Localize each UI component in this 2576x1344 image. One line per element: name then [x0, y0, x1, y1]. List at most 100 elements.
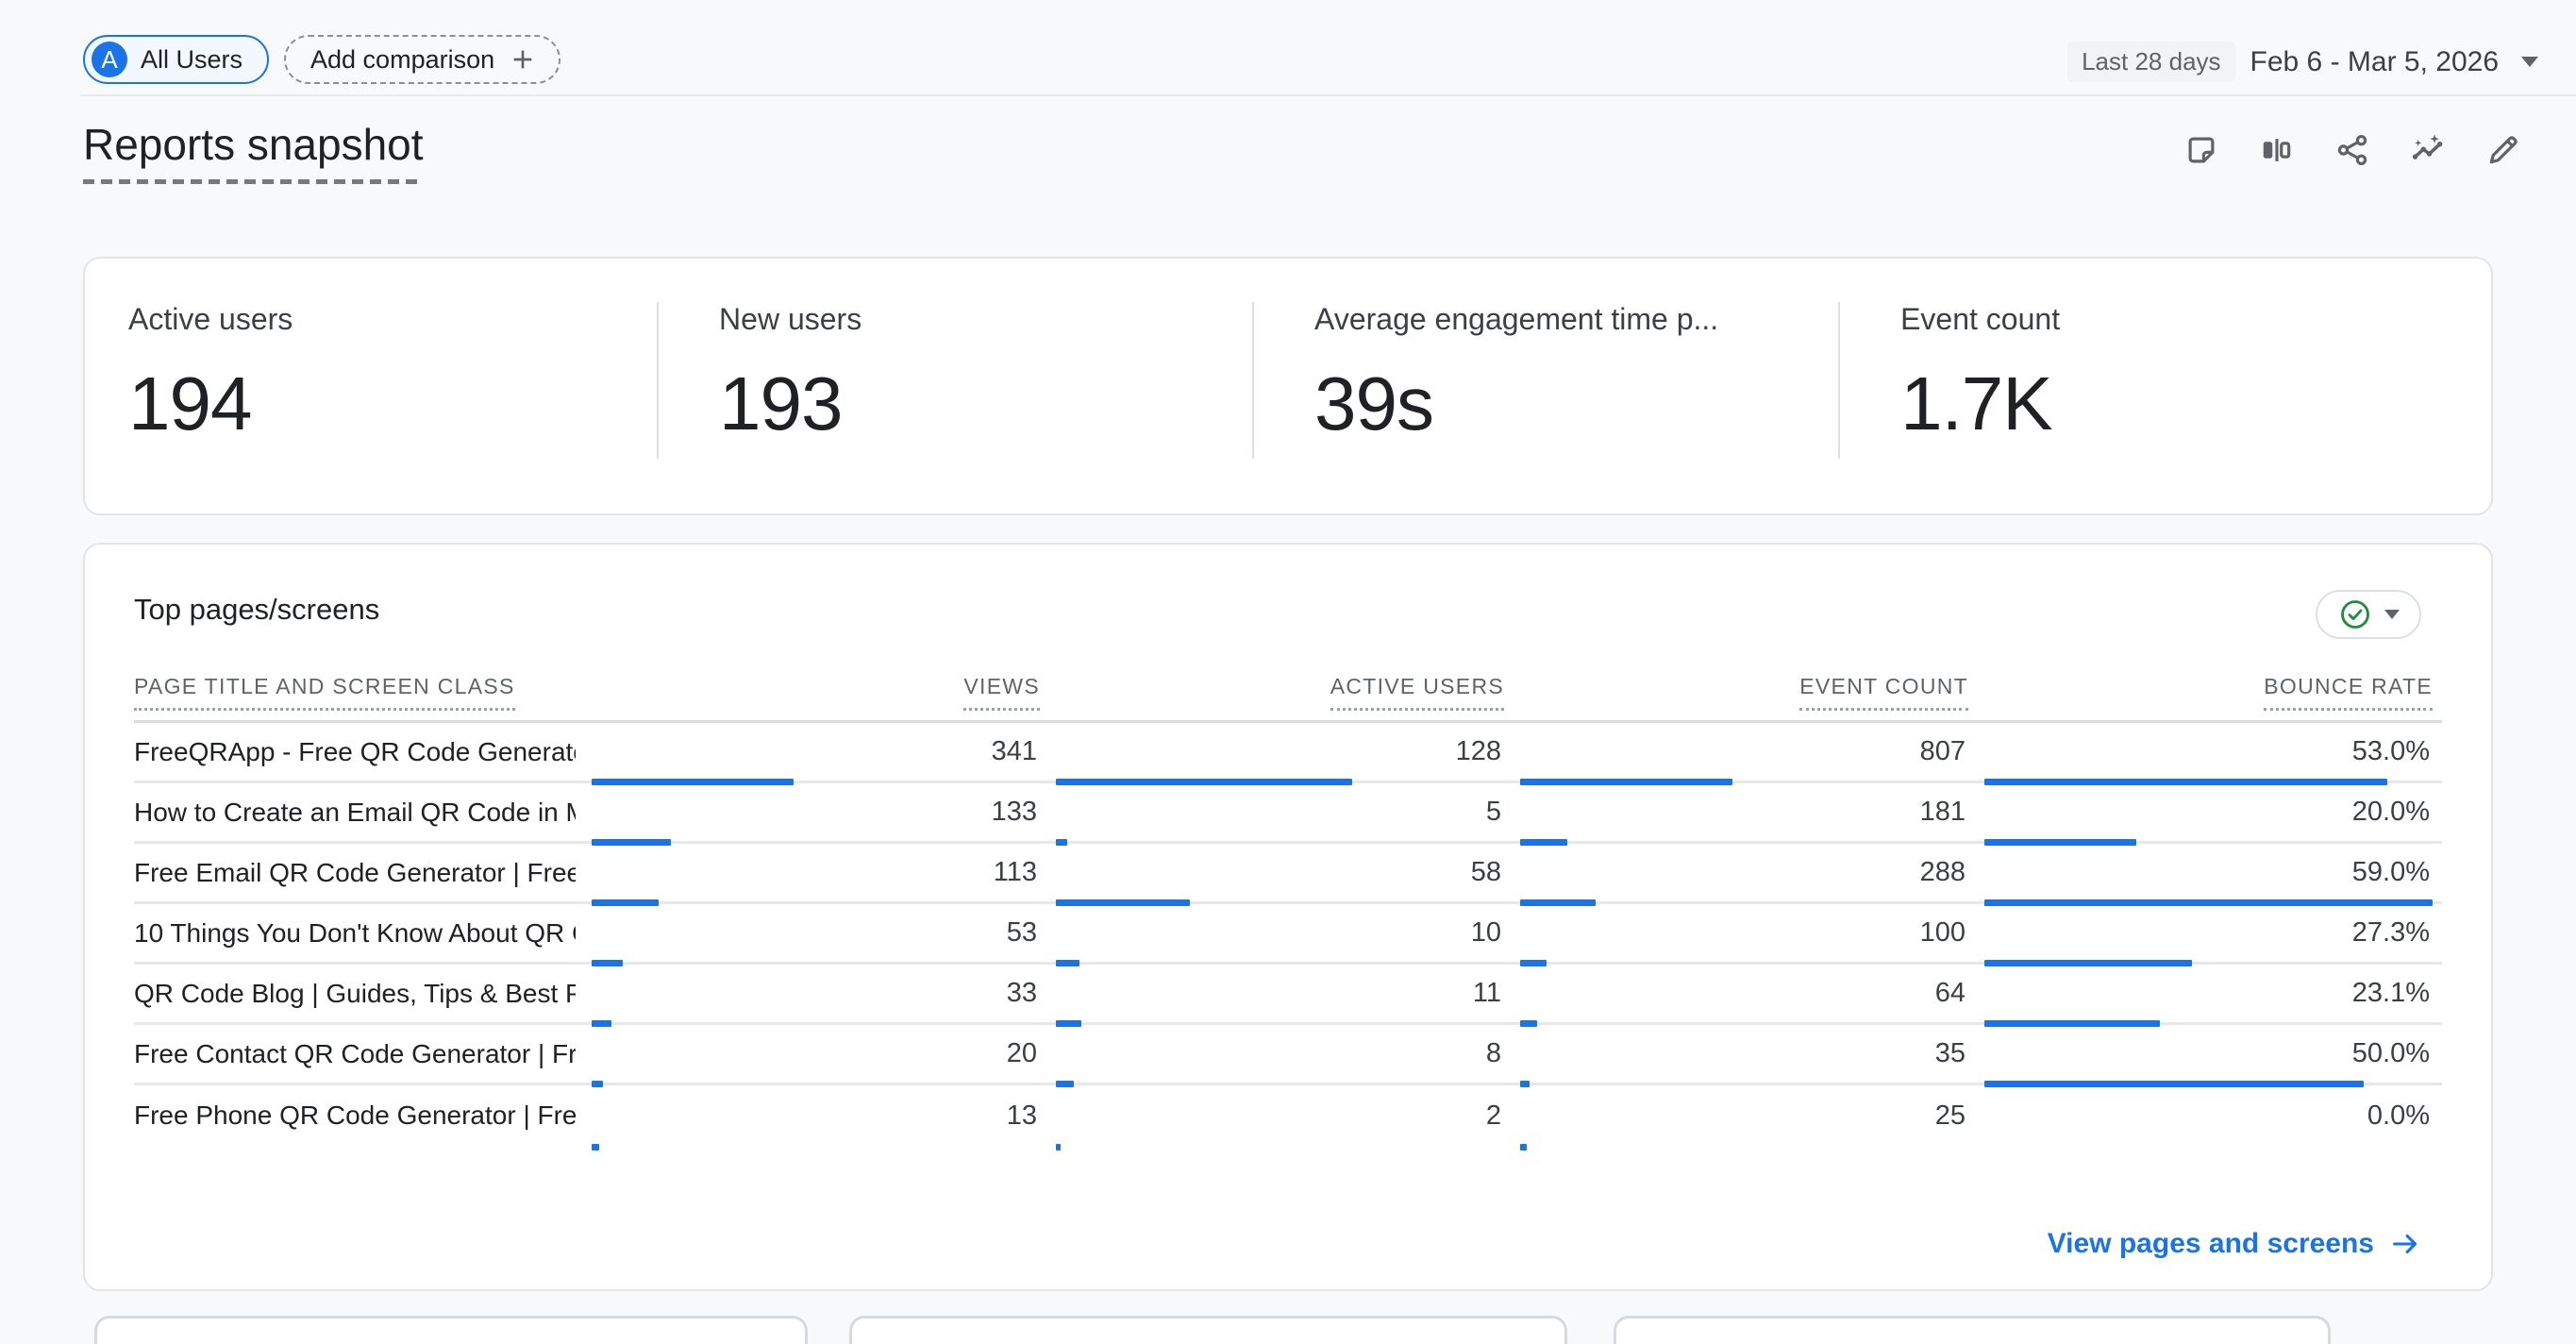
- avatar: A: [92, 42, 127, 77]
- date-preset-badge: Last 28 days: [2067, 42, 2234, 82]
- metric-value: 193: [719, 364, 1233, 444]
- plus-icon: [508, 44, 538, 75]
- active-users-bar: [1056, 779, 1352, 785]
- metric-value: 194: [128, 364, 638, 444]
- views-cell: 33: [592, 965, 1040, 1022]
- metric-label: New users: [719, 300, 1233, 338]
- note-icon[interactable]: [2183, 132, 2219, 168]
- topbar-divider: [80, 94, 2576, 96]
- ab-compare-icon[interactable]: [2259, 132, 2295, 168]
- page-title-cell: Free Email QR Code Generator | FreeQ...: [134, 858, 576, 888]
- active-users-bar: [1056, 1020, 1081, 1027]
- column-header-active-users: ACTIVE USERS: [1056, 673, 1504, 711]
- share-icon[interactable]: [2334, 132, 2370, 168]
- date-range-text: Feb 6 - Mar 5, 2026: [2250, 46, 2499, 78]
- active-users-cell: 58: [1056, 844, 1504, 901]
- event-count-cell: 807: [1520, 723, 1968, 781]
- active-users-cell: 10: [1056, 904, 1504, 962]
- views-bar: [592, 960, 623, 966]
- arrow-right-icon: [2389, 1228, 2421, 1260]
- card-title: Top pages/screens: [134, 590, 379, 630]
- event-count-bar: [1520, 960, 1547, 966]
- table-body: FreeQRApp - Free QR Code Generator | ...…: [134, 723, 2442, 1146]
- active-users-cell: 8: [1056, 1025, 1504, 1083]
- add-comparison-label: Add comparison: [310, 45, 494, 75]
- table-row[interactable]: Free Phone QR Code Generator | FreeQ... …: [134, 1085, 2442, 1146]
- summary-metrics-card: Active users 194 New users 193 Average e…: [83, 257, 2493, 515]
- bounce-rate-cell: 0.0%: [1984, 1085, 2433, 1146]
- top-pages-table: PAGE TITLE AND SCREEN CLASS VIEWS ACTIVE…: [134, 673, 2442, 1146]
- event-count-cell: 35: [1520, 1025, 1968, 1083]
- metric-new-users[interactable]: New users 193: [657, 259, 1252, 513]
- metric-active-users[interactable]: Active users 194: [85, 259, 657, 513]
- chevron-down-icon: [2521, 57, 2538, 67]
- active-users-bar: [1056, 899, 1190, 906]
- event-count-bar: [1520, 899, 1596, 906]
- views-cell: 341: [592, 723, 1040, 781]
- active-users-cell: 11: [1056, 965, 1504, 1022]
- table-row[interactable]: Free Email QR Code Generator | FreeQ... …: [134, 844, 2442, 904]
- column-header-views: VIEWS: [592, 673, 1040, 711]
- all-users-pill[interactable]: A All Users: [83, 35, 269, 84]
- metric-label: Average engagement time p...: [1314, 300, 1819, 338]
- table-row[interactable]: FreeQRApp - Free QR Code Generator | ...…: [134, 723, 2442, 783]
- views-cell: 133: [592, 783, 1040, 841]
- page-title-cell: QR Code Blog | Guides, Tips & Best Pra..…: [134, 979, 576, 1009]
- bounce-rate-cell: 53.0%: [1984, 723, 2433, 781]
- metric-label: Event count: [1900, 300, 2472, 338]
- active-users-bar: [1056, 1144, 1061, 1151]
- event-count-cell: 100: [1520, 904, 1968, 962]
- edit-icon[interactable]: [2485, 132, 2521, 168]
- views-bar: [592, 839, 671, 846]
- check-circle-icon: [2338, 597, 2372, 631]
- column-header-page-title: PAGE TITLE AND SCREEN CLASS: [134, 673, 576, 711]
- top-pages-card: Top pages/screens PAGE TITLE AND SCREEN …: [83, 543, 2493, 1291]
- date-range-picker[interactable]: Last 28 days Feb 6 - Mar 5, 2026: [2067, 42, 2538, 82]
- add-comparison-button[interactable]: Add comparison: [284, 35, 560, 84]
- views-cell: 20: [592, 1025, 1040, 1083]
- table-row[interactable]: How to Create an Email QR Code in Mi... …: [134, 783, 2442, 844]
- metric-event-count[interactable]: Event count 1.7K: [1838, 259, 2491, 513]
- table-row[interactable]: Free Contact QR Code Generator | Free...…: [134, 1025, 2442, 1085]
- event-count-bar: [1520, 779, 1732, 785]
- metric-value: 1.7K: [1900, 364, 2472, 444]
- metric-label: Active users: [128, 300, 638, 338]
- insights-icon[interactable]: [2410, 132, 2446, 168]
- metric-value: 39s: [1314, 364, 1819, 444]
- views-cell: 53: [592, 904, 1040, 962]
- active-users-bar: [1056, 960, 1079, 966]
- chevron-down-icon: [2384, 610, 2400, 619]
- page-title-cell: Free Phone QR Code Generator | FreeQ...: [134, 1100, 576, 1131]
- link-row: View pages and screens: [85, 1225, 2421, 1263]
- views-bar: [592, 1020, 611, 1027]
- page-title-cell: FreeQRApp - Free QR Code Generator | ...: [134, 737, 576, 767]
- view-pages-link[interactable]: View pages and screens: [2048, 1225, 2421, 1263]
- views-bar: [592, 1144, 599, 1151]
- active-users-cell: 2: [1056, 1085, 1504, 1146]
- views-bar: [592, 1081, 603, 1087]
- comparison-pills: A All Users Add comparison: [83, 35, 560, 84]
- data-quality-dropdown[interactable]: [2316, 590, 2421, 639]
- views-cell: 13: [592, 1085, 1040, 1146]
- event-count-bar: [1520, 1020, 1537, 1027]
- bounce-rate-cell: 23.1%: [1984, 965, 2433, 1022]
- table-header-row: PAGE TITLE AND SCREEN CLASS VIEWS ACTIVE…: [134, 673, 2442, 723]
- views-bar: [592, 899, 659, 906]
- bounce-rate-bar: [1984, 1081, 2364, 1087]
- bounce-rate-cell: 59.0%: [1984, 844, 2433, 901]
- event-count-cell: 25: [1520, 1085, 1968, 1146]
- table-row[interactable]: 10 Things You Don't Know About QR C... 5…: [134, 904, 2442, 965]
- event-count-cell: 181: [1520, 783, 1968, 841]
- column-header-bounce-rate: BOUNCE RATE: [1984, 673, 2433, 711]
- views-cell: 113: [592, 844, 1040, 901]
- table-row[interactable]: QR Code Blog | Guides, Tips & Best Pra..…: [134, 965, 2442, 1025]
- metric-avg-engagement-time[interactable]: Average engagement time p... 39s: [1252, 259, 1838, 513]
- column-header-event-count: EVENT COUNT: [1520, 673, 1968, 711]
- active-users-cell: 128: [1056, 723, 1504, 781]
- bounce-rate-cell: 50.0%: [1984, 1025, 2433, 1083]
- bounce-rate-bar: [1984, 779, 2387, 785]
- partial-card: [849, 1316, 1567, 1344]
- active-users-bar: [1056, 1081, 1074, 1087]
- page-title-cell: 10 Things You Don't Know About QR C...: [134, 918, 576, 949]
- bounce-rate-cell: 27.3%: [1984, 904, 2433, 962]
